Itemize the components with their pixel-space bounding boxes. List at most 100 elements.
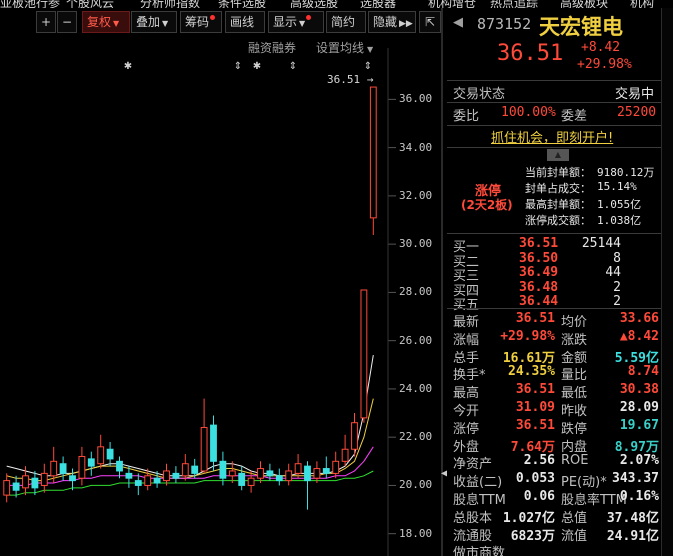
candle (304, 461, 311, 510)
candle-body (106, 448, 114, 460)
candle-body (125, 472, 133, 479)
candle (313, 461, 321, 484)
stat-value: 343.37 (612, 471, 659, 487)
stock-name: 天宏锂电 (539, 14, 623, 39)
stat-value: ▲8.42 (619, 328, 659, 344)
limit-info-label: 当前封单额： (525, 166, 591, 179)
candle-body (322, 468, 330, 474)
candle-body (285, 470, 293, 482)
trade-status-row: 交易状态 交易中 (447, 82, 661, 102)
menu-item[interactable]: 分析师指数 (140, 0, 200, 8)
stat-value: 36.51 (515, 417, 555, 433)
stat-value: 31.09 (515, 400, 555, 415)
event-mark-icon: ⇕ (289, 61, 297, 72)
collapse-up-icon[interactable]: ▲ (547, 149, 569, 161)
divider (447, 102, 661, 103)
bid-row[interactable]: 买四 36.48 2 (447, 279, 661, 299)
candle-body (12, 482, 20, 491)
weicha-label: 委差 (561, 109, 588, 124)
arrow-right-icon: → (366, 73, 374, 86)
candle-body (238, 472, 246, 486)
ma-line (6, 355, 374, 477)
candle (87, 451, 95, 476)
price-change: +8.42 (581, 40, 621, 55)
divider (447, 80, 661, 81)
y-tick-label: 30.00 (399, 237, 433, 251)
candle-body (191, 465, 199, 474)
stat-value: 19.67 (619, 417, 659, 433)
candle (257, 461, 264, 484)
candle-body (200, 427, 208, 472)
menu-item[interactable]: 机构增仓 (428, 0, 476, 8)
stats-row: 做市商数 (447, 541, 661, 556)
candle-body (172, 472, 180, 479)
bid-row[interactable]: 买五 36.44 2 (447, 293, 661, 313)
top-menu-bar: 亚板池行参 个股风云 分析师指数 条件选股 高级选股 选股器 机构增仓 热点追踪… (0, 0, 673, 8)
stat-value: 28.09 (619, 400, 659, 415)
menu-item[interactable]: 条件选股 (218, 0, 266, 8)
open-account-link[interactable]: 抓住机会，即刻开户! (491, 127, 613, 146)
event-mark-icon: ✱ (253, 61, 261, 72)
stat-value: 2.07% (619, 453, 659, 469)
candle-body (153, 477, 161, 484)
bid-row[interactable]: 买三 36.49 44 (447, 264, 661, 284)
stat-value: 24.35% (508, 364, 555, 380)
candle-body (266, 470, 274, 477)
candle-body (369, 86, 377, 219)
y-tick-label: 20.00 (399, 478, 433, 492)
candle (106, 442, 114, 467)
candle (341, 434, 349, 467)
menu-item[interactable]: 亚板池行参 (0, 0, 60, 8)
menu-item[interactable]: 高级板块 (560, 0, 608, 8)
stat-value: 8.74 (627, 364, 659, 380)
candlestick-chart[interactable]: ✱ ⇕ ✱ ⇕ ⇕ (0, 8, 441, 556)
last-price-tag: 36.51 → (327, 73, 373, 86)
limit-info-value: 1.055亿 (597, 198, 642, 211)
stat-value: 33.66 (619, 311, 659, 326)
stat-value: 0.053 (515, 471, 555, 487)
menu-item[interactable]: 选股器 (360, 0, 396, 8)
candle (351, 413, 358, 457)
price-change-pct: +29.98% (577, 57, 632, 72)
candle-body (181, 463, 189, 477)
stat-value: 36.51 (515, 311, 555, 326)
candle (172, 466, 180, 484)
candle (163, 463, 170, 486)
stat-value: 30.38 (619, 382, 659, 398)
candle-body (22, 475, 29, 489)
last-price-value: 36.51 (327, 73, 361, 86)
divider (447, 125, 661, 126)
candle (40, 463, 48, 493)
event-mark-icon: ⇕ (234, 61, 242, 72)
divider (447, 308, 661, 309)
candle (59, 456, 67, 481)
candle-body (247, 477, 255, 486)
candle-body (31, 477, 39, 489)
kline-panel: + − 复权 ▼ 叠加 ▼ 筹码 画线 显示 ▼ 简约 隐藏 ▶▶ ⇱ 融资融券 设置均… (0, 8, 441, 556)
menu-item[interactable]: 机构 (630, 0, 654, 8)
candle-body (351, 422, 358, 450)
menu-item[interactable]: 个股风云 (66, 0, 114, 8)
menu-item[interactable]: 高级选股 (290, 0, 338, 8)
candle (332, 451, 340, 479)
bid-row[interactable]: 买一 36.51 25144 (447, 235, 661, 255)
menu-item[interactable]: 热点追踪 (490, 0, 538, 8)
y-tick-label: 22.00 (399, 430, 433, 444)
stat-value: 36.51 (515, 382, 555, 398)
limit-info-value: 1.038亿 (597, 214, 642, 227)
candle-body (59, 463, 67, 474)
limit-info-value: 15.14% (597, 180, 637, 193)
candle-body (50, 460, 58, 477)
bid-row[interactable]: 买二 36.50 8 (447, 250, 661, 270)
status-value: 交易中 (615, 87, 655, 102)
y-tick-label: 28.00 (399, 285, 433, 299)
weibi-row: 委比 100.00% 委差 25200 (447, 104, 661, 124)
stat-label: ROE (561, 453, 589, 469)
candle (238, 466, 246, 491)
candle-body (163, 470, 170, 482)
candle (3, 473, 11, 503)
weicha-value: 25200 (617, 105, 657, 120)
weibi-value: 100.00% (501, 105, 556, 120)
candle-body (134, 480, 142, 486)
prev-stock-icon[interactable]: ◀ (453, 15, 463, 30)
